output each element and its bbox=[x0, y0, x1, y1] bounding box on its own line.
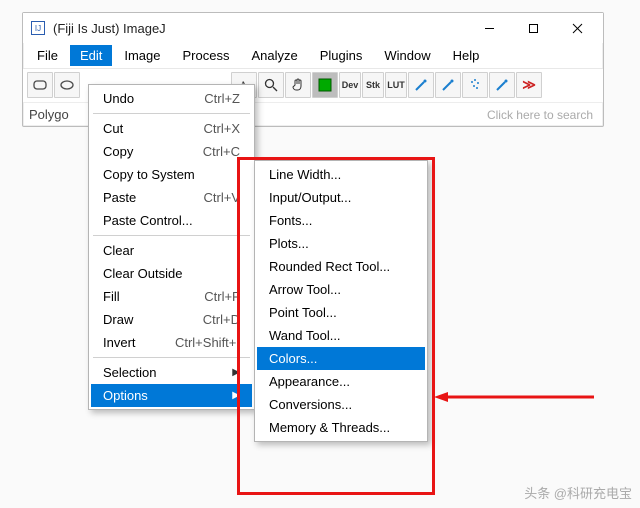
menu-image[interactable]: Image bbox=[114, 45, 170, 66]
options-submenu: Line Width... Input/Output... Fonts... P… bbox=[254, 160, 428, 442]
edit-dropdown: UndoCtrl+Z CutCtrl+X CopyCtrl+C Copy to … bbox=[88, 84, 255, 410]
edit-clear[interactable]: Clear bbox=[91, 239, 252, 262]
brush2-tool-icon[interactable] bbox=[435, 72, 461, 98]
app-icon: IJ bbox=[31, 21, 45, 35]
menu-file[interactable]: File bbox=[27, 45, 68, 66]
edit-selection[interactable]: Selection▶ bbox=[91, 361, 252, 384]
separator bbox=[93, 113, 250, 114]
menu-process[interactable]: Process bbox=[173, 45, 240, 66]
maximize-button[interactable] bbox=[511, 14, 555, 42]
menu-edit[interactable]: Edit bbox=[70, 45, 112, 66]
submenu-arrow-icon: ▶ bbox=[232, 367, 240, 378]
hand-tool-icon[interactable] bbox=[285, 72, 311, 98]
options-input-output[interactable]: Input/Output... bbox=[257, 186, 425, 209]
options-wand-tool[interactable]: Wand Tool... bbox=[257, 324, 425, 347]
rectangle-tool-icon[interactable] bbox=[27, 72, 53, 98]
edit-invert[interactable]: InvertCtrl+Shift+I bbox=[91, 331, 252, 354]
menu-plugins[interactable]: Plugins bbox=[310, 45, 373, 66]
options-memory[interactable]: Memory & Threads... bbox=[257, 416, 425, 439]
edit-undo[interactable]: UndoCtrl+Z bbox=[91, 87, 252, 110]
options-fonts[interactable]: Fonts... bbox=[257, 209, 425, 232]
titlebar: IJ (Fiji Is Just) ImageJ bbox=[23, 13, 603, 43]
edit-fill[interactable]: FillCtrl+F bbox=[91, 285, 252, 308]
submenu-arrow-icon: ▶ bbox=[232, 390, 240, 401]
magnifier-tool-icon[interactable] bbox=[258, 72, 284, 98]
edit-copy-to-system[interactable]: Copy to System bbox=[91, 163, 252, 186]
dev-button[interactable]: Dev bbox=[339, 72, 361, 98]
minimize-button[interactable] bbox=[467, 14, 511, 42]
watermark: 头条 @科研充电宝 bbox=[524, 483, 632, 502]
menu-help[interactable]: Help bbox=[443, 45, 490, 66]
options-colors[interactable]: Colors... bbox=[257, 347, 425, 370]
edit-cut[interactable]: CutCtrl+X bbox=[91, 117, 252, 140]
window-title: (Fiji Is Just) ImageJ bbox=[53, 21, 467, 36]
options-plots[interactable]: Plots... bbox=[257, 232, 425, 255]
stk-button[interactable]: Stk bbox=[362, 72, 384, 98]
options-arrow-tool[interactable]: Arrow Tool... bbox=[257, 278, 425, 301]
brush3-tool-icon[interactable] bbox=[489, 72, 515, 98]
options-conversions[interactable]: Conversions... bbox=[257, 393, 425, 416]
options-line-width[interactable]: Line Width... bbox=[257, 163, 425, 186]
edit-clear-outside[interactable]: Clear Outside bbox=[91, 262, 252, 285]
options-appearance[interactable]: Appearance... bbox=[257, 370, 425, 393]
annotation-red-arrow bbox=[434, 392, 594, 402]
status-label: Polygo bbox=[29, 107, 69, 122]
edit-draw[interactable]: DrawCtrl+D bbox=[91, 308, 252, 331]
menu-window[interactable]: Window bbox=[374, 45, 440, 66]
edit-options[interactable]: Options▶ bbox=[91, 384, 252, 407]
more-tools-icon[interactable]: ≫ bbox=[516, 72, 542, 98]
color-picker-tool-icon[interactable] bbox=[312, 72, 338, 98]
menubar: File Edit Image Process Analyze Plugins … bbox=[23, 43, 603, 68]
menu-analyze[interactable]: Analyze bbox=[241, 45, 307, 66]
options-point-tool[interactable]: Point Tool... bbox=[257, 301, 425, 324]
lut-button[interactable]: LUT bbox=[385, 72, 407, 98]
oval-tool-icon[interactable] bbox=[54, 72, 80, 98]
spray-tool-icon[interactable] bbox=[462, 72, 488, 98]
options-rounded-rect[interactable]: Rounded Rect Tool... bbox=[257, 255, 425, 278]
close-button[interactable] bbox=[555, 14, 599, 42]
search-hint[interactable]: Click here to search bbox=[487, 108, 593, 122]
edit-copy[interactable]: CopyCtrl+C bbox=[91, 140, 252, 163]
edit-paste-control[interactable]: Paste Control... bbox=[91, 209, 252, 232]
separator bbox=[93, 357, 250, 358]
edit-paste[interactable]: PasteCtrl+V bbox=[91, 186, 252, 209]
separator bbox=[93, 235, 250, 236]
brush1-tool-icon[interactable] bbox=[408, 72, 434, 98]
